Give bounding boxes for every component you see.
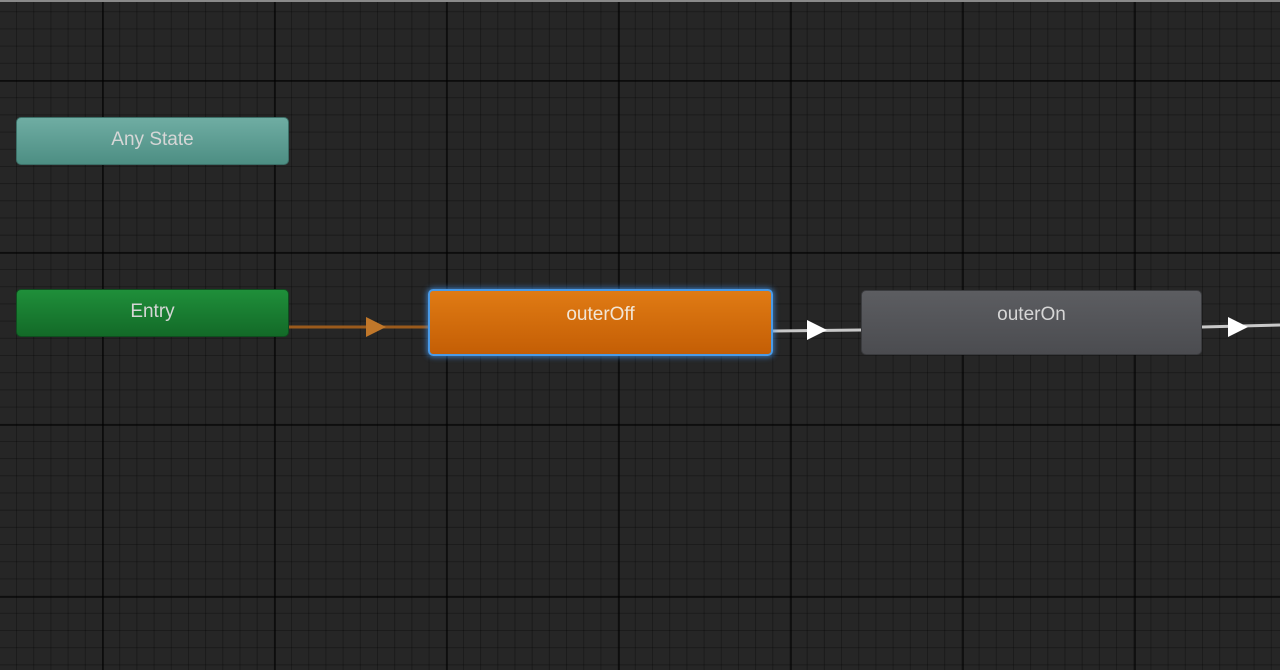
state-node-outer-on[interactable]: outerOn bbox=[861, 290, 1202, 355]
transition-arrow-icon bbox=[1228, 317, 1248, 337]
transition-arrow-icon bbox=[366, 317, 386, 337]
state-node-entry[interactable]: Entry bbox=[16, 289, 289, 337]
state-label: outerOn bbox=[997, 304, 1066, 325]
state-label: outerOff bbox=[566, 304, 635, 325]
transition-outeroff-to-outeron[interactable] bbox=[772, 320, 862, 340]
state-label: Entry bbox=[130, 301, 175, 322]
transition-outeron-to-offscreen[interactable] bbox=[1201, 317, 1280, 337]
state-node-any-state[interactable]: Any State bbox=[16, 117, 289, 165]
transition-entry-to-outeroff[interactable] bbox=[289, 317, 428, 337]
animator-graph-canvas[interactable]: Any State Entry outerOff outerOn bbox=[0, 0, 1280, 670]
transition-arrow-icon bbox=[807, 320, 827, 340]
state-node-outer-off[interactable]: outerOff bbox=[428, 289, 773, 356]
state-label: Any State bbox=[111, 129, 194, 150]
